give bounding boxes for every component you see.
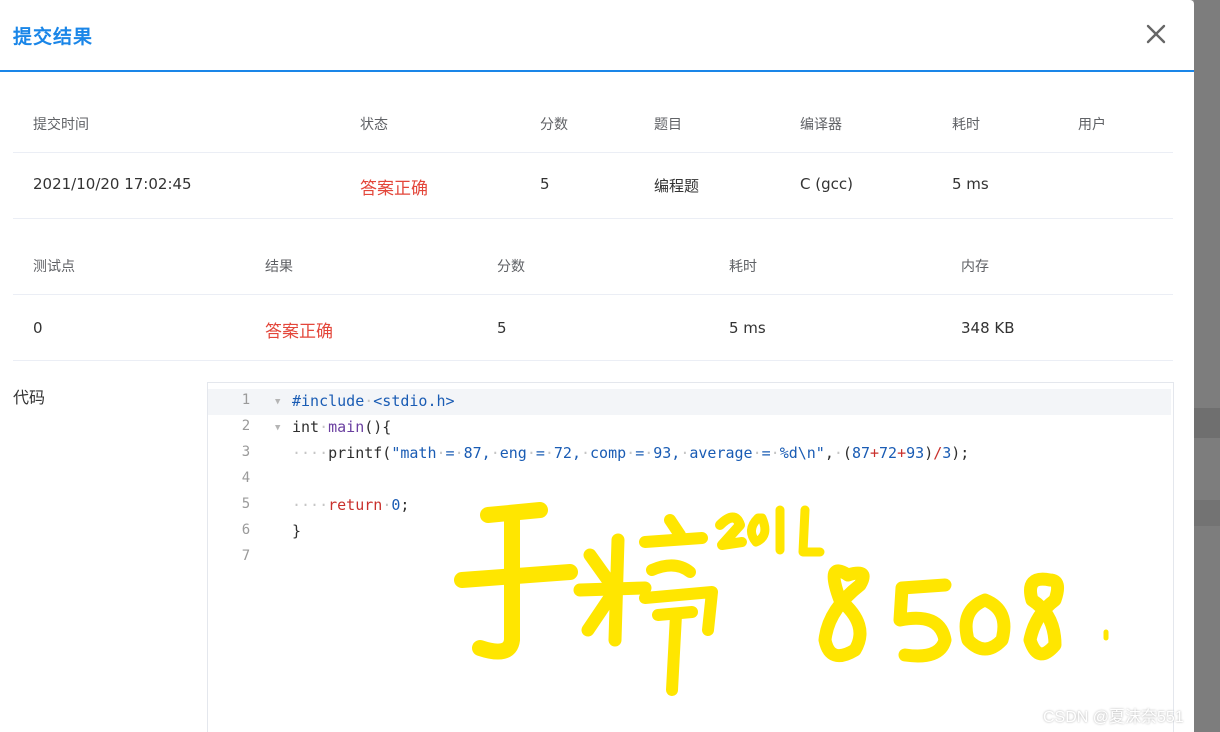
testcase-score: 5 [497, 319, 507, 337]
close-icon [1146, 24, 1166, 44]
header-user: 用户 [1078, 117, 1106, 133]
table-header-row: 提交时间 状态 分数 题目 编译器 耗时 用户 [13, 88, 1173, 153]
line-number: 7 [241, 548, 251, 564]
close-button[interactable] [1142, 20, 1170, 48]
code-text: int·main(){ [292, 418, 392, 436]
line-number: 2 [241, 418, 251, 434]
testcase-memory: 348 KB [961, 319, 1015, 337]
score-value: 5 [540, 175, 550, 193]
line-number: 4 [241, 470, 251, 486]
backdrop-strip [1194, 500, 1220, 526]
code-line: 7 [208, 545, 1171, 571]
header-score: 分数 [497, 259, 525, 275]
testcase-table: 测试点 结果 分数 耗时 内存 0 答案正确 5 5 ms 348 KB [13, 230, 1173, 361]
line-number: 1 [241, 392, 251, 408]
code-line: 3 ····printf("math·=·87,·eng·=·72,·comp·… [208, 441, 1171, 467]
table-row: 0 答案正确 5 5 ms 348 KB [13, 295, 1173, 361]
submit-time: 2021/10/20 17:02:45 [33, 175, 192, 193]
header-testcase: 测试点 [33, 259, 75, 275]
header-compiler: 编译器 [800, 117, 842, 133]
line-number: 5 [241, 496, 251, 512]
backdrop-strip [1194, 408, 1220, 438]
fold-arrow-icon[interactable]: ▼ [275, 397, 280, 407]
code-line: 6 } [208, 519, 1171, 545]
watermark: CSDN @夏沫奈551 [1043, 709, 1184, 726]
code-label: 代码 [13, 388, 46, 407]
code-line: 2 ▼ int·main(){ [208, 415, 1171, 441]
problem-link[interactable]: 编程题 [654, 175, 699, 196]
header-duration: 耗时 [729, 259, 757, 275]
header-submit-time: 提交时间 [33, 117, 89, 133]
table-header-row: 测试点 结果 分数 耗时 内存 [13, 230, 1173, 295]
code-editor[interactable]: 1 ▼ #include·<stdio.h> 2 ▼ int·main(){ 3… [207, 382, 1174, 732]
fold-arrow-icon[interactable]: ▼ [275, 423, 280, 433]
status-value: 答案正确 [360, 179, 428, 199]
header-status: 状态 [360, 117, 388, 133]
line-number: 3 [241, 444, 251, 460]
testcase-result: 答案正确 [265, 322, 333, 342]
code-text: ····return·0; [292, 496, 410, 514]
dialog-title: 提交结果 [13, 26, 94, 48]
code-text: } [292, 522, 302, 540]
table-row: 2021/10/20 17:02:45 答案正确 5 编程题 C (gcc) 5… [13, 153, 1173, 219]
testcase-duration: 5 ms [729, 319, 766, 337]
compiler-value: C (gcc) [800, 175, 853, 193]
submission-table: 提交时间 状态 分数 题目 编译器 耗时 用户 2021/10/20 17:02… [13, 88, 1173, 219]
testcase-id: 0 [33, 319, 43, 337]
dialog-header: 提交结果 [0, 0, 1194, 72]
line-number: 6 [241, 522, 251, 538]
header-result: 结果 [265, 259, 293, 275]
duration-value: 5 ms [952, 175, 989, 193]
header-memory: 内存 [961, 259, 989, 275]
code-text: #include·<stdio.h> [292, 392, 455, 410]
page-backdrop [1194, 0, 1220, 732]
code-line: 1 ▼ #include·<stdio.h> [208, 389, 1171, 415]
header-duration: 耗时 [952, 117, 980, 133]
submission-result-dialog: 提交结果 提交时间 状态 分数 题目 编译器 耗时 用户 2021/10/20 … [0, 0, 1194, 732]
code-text: ····printf("math·=·87,·eng·=·72,·comp·=·… [292, 444, 970, 462]
header-score: 分数 [540, 117, 568, 133]
header-problem: 题目 [654, 117, 682, 133]
code-line: 5 ····return·0; [208, 493, 1171, 519]
code-line: 4 [208, 467, 1171, 493]
